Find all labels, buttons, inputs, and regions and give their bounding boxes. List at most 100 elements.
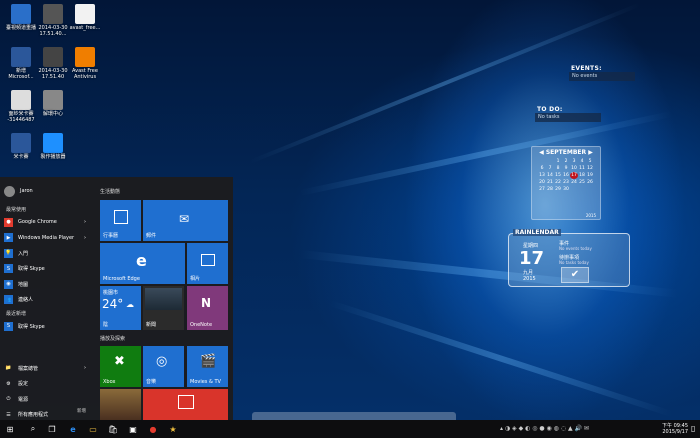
desktop-icon[interactable]: avast_free... [68, 4, 102, 31]
check-icon[interactable]: ✔ [561, 267, 589, 283]
start-button[interactable]: ⊞ [4, 423, 16, 435]
calendar-day[interactable] [546, 158, 554, 165]
photos-taskbar-icon[interactable]: ▣ [127, 423, 139, 435]
calendar-day[interactable]: 2 [562, 158, 570, 165]
start-menu-item[interactable]: ● Google Chrome › [4, 216, 86, 228]
start-menu-item-label: Windows Media Player [18, 234, 75, 241]
calendar-day[interactable]: 10 [570, 165, 578, 172]
calendar-day[interactable]: 6 [538, 165, 546, 172]
calendar-day[interactable]: 16 [562, 172, 570, 179]
edge-taskbar-icon[interactable]: e [67, 423, 79, 435]
game-tile[interactable] [100, 389, 141, 420]
calendar-tile[interactable]: 行事曆 [100, 200, 141, 241]
photos-tile[interactable]: 相片 [187, 243, 228, 284]
desktop-icon-label: 解環中心 [42, 111, 63, 117]
edge-tile[interactable]: e Microsoft Edge [100, 243, 185, 284]
xbox-tile-label: Xbox [103, 379, 116, 385]
desktop-icon[interactable]: 面紗米卡賽 -31446487 [4, 90, 38, 123]
app-icon: ⚙ [6, 380, 11, 387]
news-tile[interactable]: 新聞 [143, 286, 184, 330]
desktop-icon[interactable]: 製作播放器 [36, 133, 70, 160]
onenote-tile[interactable]: N OneNote [187, 286, 228, 330]
most-used-header: 最常使用 [6, 207, 27, 213]
desktop-icon-label: 2014-03-30 17.51.40 [38, 68, 68, 80]
start-menu-item[interactable]: 💡 入門 [4, 247, 28, 259]
desktop-icon[interactable]: 解環中心 [36, 90, 70, 117]
calendar-day[interactable]: 9 [562, 165, 570, 172]
calendar-icon [114, 210, 128, 224]
calendar-day[interactable]: 27 [538, 186, 546, 193]
cal-next-icon[interactable]: ▶ [588, 149, 593, 156]
calendar-day[interactable]: 12 [586, 165, 594, 172]
desktop-icon[interactable]: 2014-03-30 17.51.40 [36, 47, 70, 80]
calendar-day[interactable]: 30 [562, 186, 570, 193]
weather-tile[interactable]: 桃園市 24° ☁ 陰 [100, 286, 141, 330]
photos-icon [201, 254, 215, 266]
search-icon[interactable]: ⌕ [27, 423, 39, 435]
start-menu-item[interactable]: S 取得 Skype [4, 320, 45, 332]
desktop-icon-label: 米卡賽 [13, 154, 29, 160]
music-tile[interactable]: ◎ 音樂 [143, 346, 184, 387]
clock[interactable]: 下午 09:45 2015/9/17 [662, 422, 688, 435]
app-icon: ☰ [6, 411, 11, 418]
mail-tile[interactable]: ✉ 郵件 [143, 200, 228, 241]
desktop-icon[interactable]: 米卡賽 [4, 133, 38, 160]
desktop-icon[interactable]: 新增 Microsof... [4, 47, 38, 80]
calendar-day[interactable] [586, 186, 594, 193]
store-taskbar-icon[interactable]: 🛍 [107, 423, 119, 435]
calendar-day[interactable]: 17 [570, 172, 578, 179]
calendar-day[interactable]: 1 [554, 158, 562, 165]
app-taskbar-icon[interactable]: ★ [167, 423, 179, 435]
calendar-day[interactable]: 22 [554, 179, 562, 186]
news-headline-image [145, 288, 182, 310]
file-explorer-icon[interactable]: ▭ [87, 423, 99, 435]
desktop-icon[interactable]: Avast Free Antivirus [68, 47, 102, 80]
xbox-tile[interactable]: ✖ Xbox [100, 346, 141, 387]
start-menu-item[interactable]: ⚙ 設定 [4, 378, 28, 390]
start-menu-item[interactable]: 👥 連絡人 [4, 294, 33, 306]
desktop-icon[interactable]: 2014-03-30 17.51.40... [36, 4, 70, 37]
task-view-icon[interactable]: ❐ [46, 423, 58, 435]
calendar-day[interactable]: 13 [538, 172, 546, 179]
calendar-day[interactable] [538, 158, 546, 165]
calendar-day[interactable] [570, 186, 578, 193]
start-menu-item[interactable]: ▶ Windows Media Player › [4, 232, 86, 244]
calendar-day[interactable]: 21 [546, 179, 554, 186]
calendar-day[interactable]: 14 [546, 172, 554, 179]
desktop-icon[interactable]: 臺視頻道重播 [4, 4, 38, 31]
calendar-day[interactable]: 26 [586, 179, 594, 186]
calendar-day[interactable]: 24 [570, 179, 578, 186]
calendar-day[interactable]: 25 [578, 179, 586, 186]
calendar-day[interactable]: 19 [586, 172, 594, 179]
start-menu-item[interactable]: ◉ 地圖 [4, 278, 28, 290]
movies-tile[interactable]: 🎬 Movies & TV [187, 346, 228, 387]
cal-prev-icon[interactable]: ◀ [539, 149, 544, 156]
calendar-day[interactable]: 8 [554, 165, 562, 172]
chevron-right-icon[interactable]: › [84, 219, 86, 225]
calendar-day[interactable]: 28 [546, 186, 554, 193]
calendar-day[interactable]: 11 [578, 165, 586, 172]
start-menu-item-label: 檔案總管 [18, 365, 39, 372]
store-tile[interactable] [143, 389, 228, 420]
calendar-day[interactable]: 15 [554, 172, 562, 179]
start-menu-item[interactable]: 📁 檔案總管 › [4, 362, 86, 374]
calendar-day[interactable]: 23 [562, 179, 570, 186]
chrome-taskbar-icon[interactable]: ● [147, 423, 159, 435]
calendar-day[interactable]: 7 [546, 165, 554, 172]
calendar-day[interactable] [578, 186, 586, 193]
action-center-icon[interactable]: ▯ [691, 424, 695, 433]
start-menu-item[interactable]: ⏻ 電源 [4, 393, 29, 405]
calendar-day[interactable]: 5 [586, 158, 594, 165]
calendar-day[interactable]: 4 [578, 158, 586, 165]
chevron-right-icon[interactable]: › [84, 365, 86, 371]
calendar-day[interactable]: 3 [570, 158, 578, 165]
calendar-day[interactable]: 29 [554, 186, 562, 193]
calendar-day[interactable]: 18 [578, 172, 586, 179]
start-menu-item[interactable]: S 取得 Skype [4, 263, 45, 275]
desktop-icon-label: 新增 Microsof... [8, 68, 34, 80]
chevron-right-icon[interactable]: › [84, 235, 86, 241]
user-account[interactable]: Jaron [4, 185, 33, 197]
start-left-pane: Jaron 最常使用 ● Google Chrome › ▶ Windows Media… [0, 177, 95, 420]
calendar-day[interactable]: 20 [538, 179, 546, 186]
start-menu-item[interactable]: ☰ 所有應用程式 [4, 409, 48, 421]
